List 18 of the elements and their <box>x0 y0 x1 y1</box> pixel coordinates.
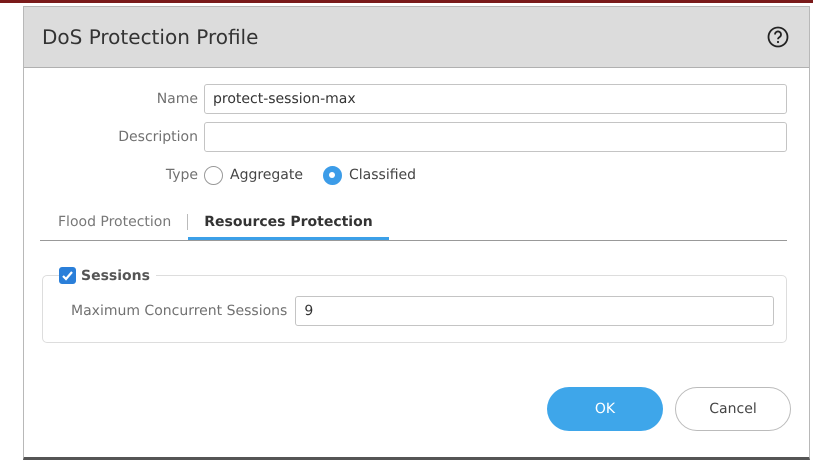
tab[interactable]: Resources Protection <box>188 206 389 240</box>
cancel-button[interactable]: Cancel <box>675 387 791 431</box>
sessions-checkbox[interactable] <box>59 267 76 284</box>
field-label: Type <box>166 167 198 183</box>
field-label: Name <box>156 91 198 107</box>
radio-label: Aggregate <box>230 167 303 183</box>
description-field[interactable] <box>204 122 787 152</box>
radio-label: Classified <box>348 167 416 183</box>
name-field[interactable]: protect-session-max <box>204 84 787 114</box>
radio-button[interactable] <box>204 166 223 184</box>
radio-button[interactable] <box>322 166 342 184</box>
dialog-title: DoS Protection Profile <box>42 25 258 49</box>
sessions-field[interactable]: 9 <box>295 296 774 326</box>
help-icon[interactable] <box>767 26 789 48</box>
tab[interactable]: Flood Protection <box>42 206 188 240</box>
group-label: Sessions <box>81 268 150 284</box>
field-label: Maximum Concurrent Sessions <box>71 303 288 319</box>
field-label: Description <box>118 129 198 145</box>
